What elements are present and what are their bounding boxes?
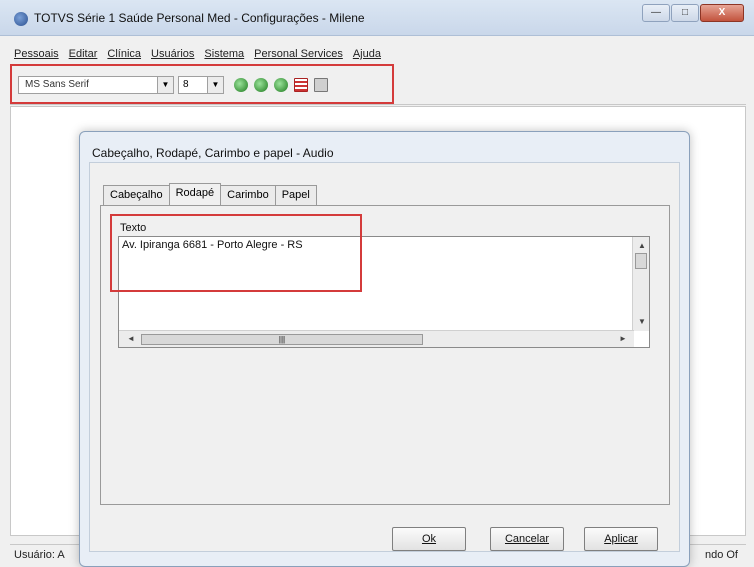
scroll-thumb[interactable]: |||	[141, 334, 423, 345]
scroll-up-icon[interactable]: ▲	[638, 241, 646, 250]
tab-carimbo[interactable]: Carimbo	[220, 185, 276, 205]
apply-button[interactable]: Aplicar	[584, 527, 658, 551]
maximize-button[interactable]: □	[671, 4, 699, 22]
tab-papel[interactable]: Papel	[274, 185, 317, 205]
dialog-title: Cabeçalho, Rodapé, Carimbo e papel - Aud…	[92, 146, 334, 160]
toolbar-highlight-box	[10, 64, 394, 104]
scroll-left-icon[interactable]: ◄	[127, 334, 135, 343]
tab-rodape[interactable]: Rodapé	[168, 183, 222, 205]
status-right-text: ndo Of	[704, 549, 738, 561]
window-controls: — □ X	[641, 4, 744, 22]
menu-sistema[interactable]: Sistema	[204, 44, 244, 64]
menu-pessoais[interactable]: Pessoais	[14, 44, 59, 64]
scroll-down-icon[interactable]: ▼	[638, 317, 646, 326]
close-button[interactable]: X	[700, 4, 744, 22]
scroll-thumb[interactable]	[635, 253, 647, 269]
menu-bar: Pessoais Editar Clínica Usuários Sistema…	[10, 44, 746, 64]
title-bar: TOTVS Série 1 Saúde Personal Med - Confi…	[0, 0, 754, 36]
menu-ajuda[interactable]: Ajuda	[353, 44, 381, 64]
menu-personal-services[interactable]: Personal Services	[254, 44, 343, 64]
window-title: TOTVS Série 1 Saúde Personal Med - Confi…	[34, 11, 365, 25]
toolbar-divider	[10, 104, 746, 105]
ok-button[interactable]: Ok	[392, 527, 466, 551]
text-highlight-box	[110, 214, 362, 292]
vertical-scrollbar[interactable]: ▲ ▼	[632, 237, 649, 331]
minimize-button[interactable]: —	[642, 4, 670, 22]
scroll-right-icon[interactable]: ►	[619, 334, 627, 343]
status-user: Usuário: A	[14, 549, 65, 561]
menu-editar[interactable]: Editar	[69, 44, 98, 64]
tab-strip: Cabeçalho Rodapé Carimbo Papel	[103, 183, 317, 205]
tab-cabecalho[interactable]: Cabeçalho	[103, 185, 170, 205]
horizontal-scrollbar[interactable]: ◄ ||| ►	[119, 330, 634, 347]
menu-usuarios[interactable]: Usuários	[151, 44, 194, 64]
menu-clinica[interactable]: Clínica	[107, 44, 141, 64]
cancel-button[interactable]: Cancelar	[490, 527, 564, 551]
app-logo-icon	[14, 12, 28, 26]
